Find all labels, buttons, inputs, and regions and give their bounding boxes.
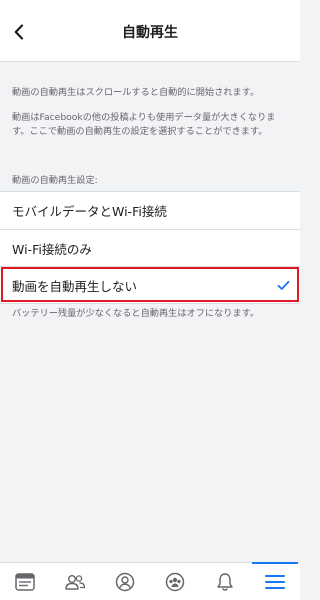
autoplay-description: 動画の自動再生はスクロールすると自動的に開始されます。 (12, 87, 260, 98)
header-bar: 自動再生 (0, 0, 300, 62)
groups-icon (165, 572, 185, 591)
option-label: 動画を自動再生しない (12, 278, 138, 294)
data-usage-description: 動画はFacebookの他の投稿よりも使用データ量が大きくなります。ここで動画の… (12, 112, 276, 137)
tab-menu[interactable] (250, 562, 300, 600)
option-mobile-data-and-wifi[interactable]: モバイルデータとWi-Fi接続 (0, 192, 300, 229)
tab-friends[interactable] (50, 563, 100, 600)
option-label: Wi-Fi接続のみ (12, 241, 92, 257)
option-never-autoplay[interactable]: 動画を自動再生しない (0, 266, 300, 303)
autoplay-settings-label: 動画の自動再生設定: (12, 175, 98, 186)
tab-notifications[interactable] (200, 563, 250, 600)
bottom-tab-bar (0, 562, 300, 600)
autoplay-options-list: モバイルデータとWi-Fi接続 Wi-Fi接続のみ 動画を自動再生しない (0, 191, 300, 304)
news-feed-icon (15, 572, 35, 591)
tab-profile[interactable] (100, 563, 150, 600)
battery-footnote: バッテリー残量が少なくなると自動再生はオフになります。 (12, 308, 260, 319)
option-wifi-only[interactable]: Wi-Fi接続のみ (0, 229, 300, 266)
profile-icon (115, 572, 135, 591)
tab-news-feed[interactable] (0, 563, 50, 600)
option-label: モバイルデータとWi-Fi接続 (12, 204, 167, 219)
tab-groups[interactable] (150, 563, 200, 600)
checkmark-icon (276, 278, 290, 292)
menu-icon (265, 574, 285, 589)
notifications-bell-icon (217, 572, 233, 591)
page-title: 自動再生 (122, 25, 178, 41)
autoplay-settings-screen: 自動再生 動画の自動再生はスクロールすると自動的に開始されます。 動画はFace… (0, 0, 300, 600)
friends-icon (65, 574, 86, 590)
